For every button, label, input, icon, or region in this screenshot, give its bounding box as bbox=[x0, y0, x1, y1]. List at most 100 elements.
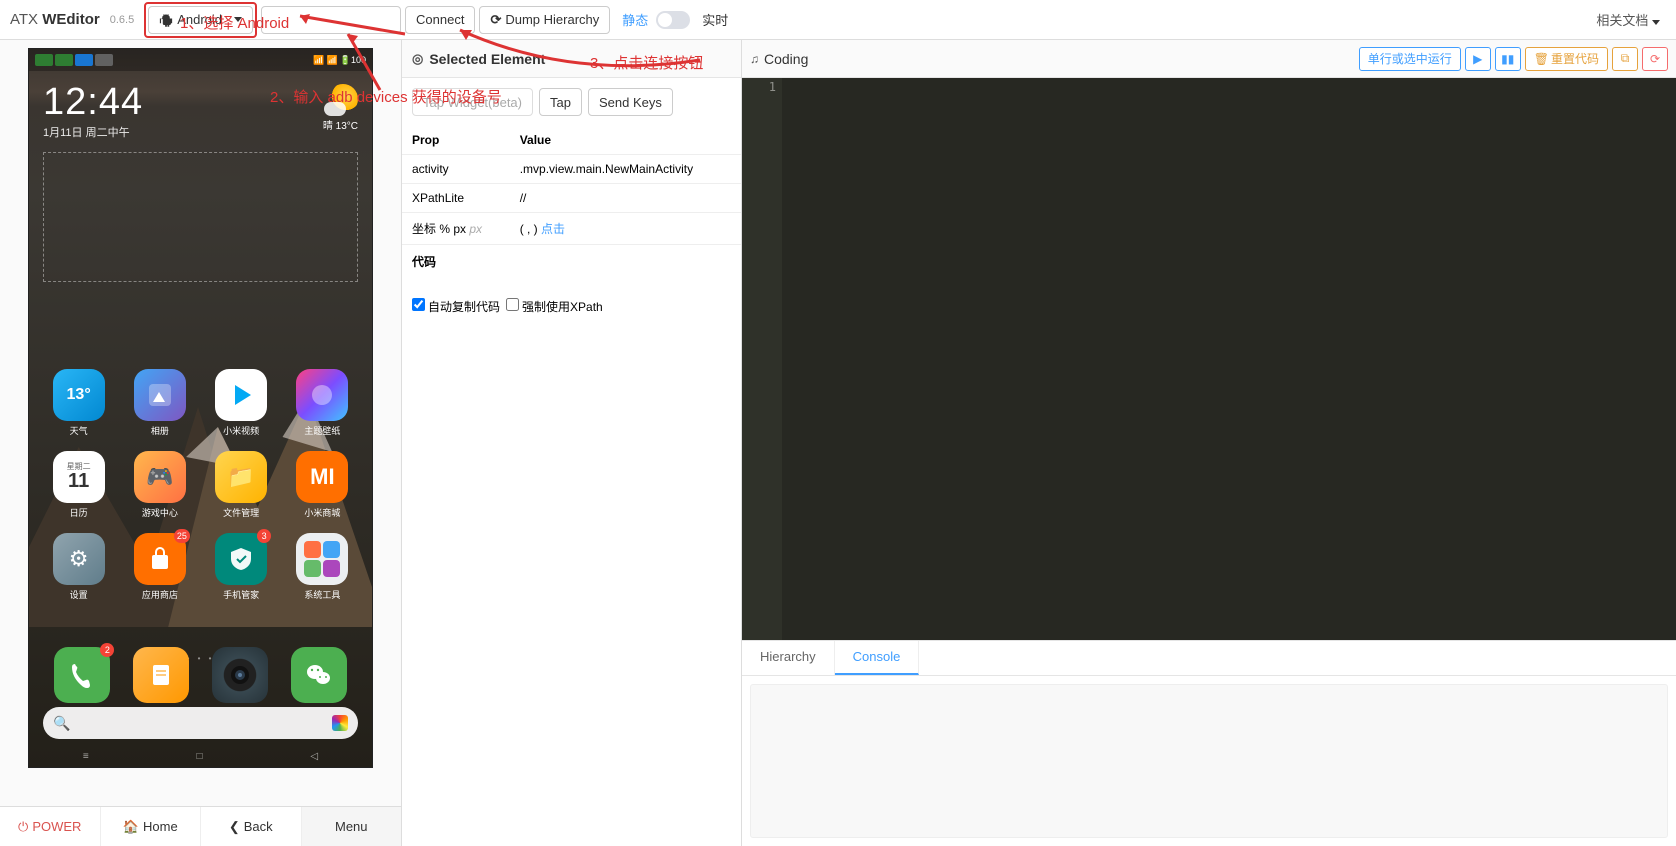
tap-button[interactable]: Tap bbox=[539, 88, 582, 116]
connect-button[interactable]: Connect bbox=[405, 6, 475, 34]
app-label: 主题壁纸 bbox=[304, 424, 340, 437]
refresh-icon: ⟳ bbox=[490, 12, 501, 28]
chevron-down-icon bbox=[234, 17, 242, 22]
status-bar: 📶📶🔋100 bbox=[29, 49, 372, 71]
app-游戏中心[interactable]: 🎮 游戏中心 bbox=[124, 451, 195, 519]
play-icon: ▶ bbox=[1473, 52, 1482, 66]
power-button[interactable]: ⏻POWER bbox=[0, 807, 100, 846]
app-label: 日历 bbox=[70, 506, 88, 519]
table-row: XPathLite// bbox=[402, 184, 741, 213]
device-screen-panel: 📶📶🔋100 12:44 1月11日 周二中午 晴 13°C bbox=[0, 40, 402, 846]
dock: 2 bbox=[29, 647, 372, 703]
app-系统工具[interactable]: 系统工具 bbox=[287, 533, 358, 601]
prop-header: Prop bbox=[402, 126, 510, 155]
platform-label: Android bbox=[177, 12, 222, 27]
back-button[interactable]: ❮Back bbox=[200, 807, 301, 846]
app-手机管家[interactable]: 3手机管家 bbox=[206, 533, 277, 601]
brand: ATX WEditor bbox=[10, 11, 100, 28]
static-mode-label[interactable]: 静态 bbox=[622, 10, 648, 29]
app-日历[interactable]: 星期二11 日历 bbox=[43, 451, 114, 519]
app-icon: 📁 bbox=[215, 451, 267, 503]
platform-highlight-box: Android bbox=[144, 2, 257, 38]
version-label: 0.6.5 bbox=[110, 14, 134, 26]
clock-widget: 12:44 1月11日 周二中午 bbox=[29, 71, 372, 144]
run-selection-button[interactable]: 单行或选中运行 bbox=[1359, 47, 1461, 71]
dock-app[interactable] bbox=[133, 647, 189, 703]
app-grid: 13° 天气 相册 小米视频 主题壁纸星期二11 日历 🎮 游戏中心 📁 文件管理 MI 小米商城 ⚙设… bbox=[29, 369, 372, 601]
app-icon bbox=[296, 533, 348, 585]
app-文件管理[interactable]: 📁 文件管理 bbox=[206, 451, 277, 519]
clear-button[interactable]: ⟳ bbox=[1642, 47, 1668, 71]
back-icon: ❮ bbox=[229, 819, 240, 835]
app-应用商店[interactable]: 25应用商店 bbox=[124, 533, 195, 601]
app-label: 小米视频 bbox=[223, 424, 259, 437]
tap-widget-button[interactable]: Tap Widget(beta) bbox=[412, 88, 533, 116]
clear-icon: ⟳ bbox=[1650, 52, 1660, 66]
home-button[interactable]: 🏠Home bbox=[100, 807, 201, 846]
menu-button[interactable]: Menu bbox=[301, 807, 402, 846]
app-小米视频[interactable]: 小米视频 bbox=[206, 369, 277, 437]
target-icon: ◎ bbox=[412, 51, 423, 67]
auto-copy-checkbox[interactable]: 自动复制代码 bbox=[412, 298, 500, 315]
properties-table: PropValue activity.mvp.view.main.NewMain… bbox=[402, 126, 741, 245]
app-label: 相册 bbox=[151, 424, 169, 437]
panel-title: Selected Element bbox=[429, 51, 545, 67]
send-keys-button[interactable]: Send Keys bbox=[588, 88, 673, 116]
stop-button[interactable]: ▮▮ bbox=[1495, 47, 1521, 71]
output-tabs: Hierarchy Console bbox=[742, 640, 1676, 676]
app-icon: 3 bbox=[215, 533, 267, 585]
app-icon: MI bbox=[296, 451, 348, 503]
play-button[interactable]: ▶ bbox=[1465, 47, 1491, 71]
app-icon: 🎮 bbox=[134, 451, 186, 503]
app-label: 小米商城 bbox=[304, 506, 340, 519]
device-id-input[interactable] bbox=[261, 6, 401, 34]
table-row: activity.mvp.view.main.NewMainActivity bbox=[402, 155, 741, 184]
force-xpath-checkbox[interactable]: 强制使用XPath bbox=[506, 298, 603, 315]
search-icon: 🔍 bbox=[53, 715, 70, 732]
dock-app[interactable] bbox=[291, 647, 347, 703]
console-output bbox=[742, 676, 1676, 846]
dock-app[interactable]: 2 bbox=[54, 647, 110, 703]
top-toolbar: ATX WEditor 0.6.5 Android Connect ⟳ Dump… bbox=[0, 0, 1676, 40]
app-相册[interactable]: 相册 bbox=[124, 369, 195, 437]
app-label: 天气 bbox=[70, 424, 88, 437]
assistant-logo-icon bbox=[332, 715, 348, 731]
home-search-bar[interactable]: 🔍 bbox=[43, 707, 358, 739]
tab-console[interactable]: Console bbox=[835, 641, 920, 675]
copy-button[interactable]: ⧉ bbox=[1612, 47, 1638, 71]
app-label: 游戏中心 bbox=[142, 506, 178, 519]
app-icon: 星期二11 bbox=[53, 451, 105, 503]
app-icon bbox=[134, 369, 186, 421]
code-section-label: 代码 bbox=[402, 245, 741, 278]
editor-gutter: 1 bbox=[742, 78, 782, 640]
nav-home[interactable]: □ bbox=[197, 751, 203, 762]
device-controls: ⏻POWER 🏠Home ❮Back Menu bbox=[0, 806, 401, 846]
nav-menu[interactable]: ≡ bbox=[83, 751, 89, 762]
app-icon bbox=[296, 369, 348, 421]
code-editor[interactable]: 1 bbox=[742, 78, 1676, 640]
coding-title: Coding bbox=[764, 51, 808, 67]
nav-back[interactable]: ◁ bbox=[310, 751, 318, 762]
app-小米商城[interactable]: MI 小米商城 bbox=[287, 451, 358, 519]
app-icon: 13° bbox=[53, 369, 105, 421]
power-icon: ⏻ bbox=[18, 819, 28, 835]
weather-icon bbox=[328, 84, 358, 114]
app-label: 设置 bbox=[70, 588, 88, 601]
platform-select[interactable]: Android bbox=[148, 6, 253, 34]
app-设置[interactable]: ⚙设置 bbox=[43, 533, 114, 601]
weather-widget: 晴 13°C bbox=[323, 84, 358, 132]
phone-screen[interactable]: 📶📶🔋100 12:44 1月11日 周二中午 晴 13°C bbox=[28, 48, 373, 768]
realtime-toggle[interactable] bbox=[656, 11, 690, 29]
dock-app[interactable] bbox=[212, 647, 268, 703]
app-主题壁纸[interactable]: 主题壁纸 bbox=[287, 369, 358, 437]
dump-hierarchy-button[interactable]: ⟳ Dump Hierarchy bbox=[479, 6, 610, 34]
tab-hierarchy[interactable]: Hierarchy bbox=[742, 641, 835, 675]
app-label: 文件管理 bbox=[223, 506, 259, 519]
app-label: 系统工具 bbox=[304, 588, 340, 601]
reset-code-button[interactable]: 🗑 重置代码 bbox=[1525, 47, 1608, 71]
app-天气[interactable]: 13° 天气 bbox=[43, 369, 114, 437]
android-icon bbox=[159, 13, 173, 27]
click-coord-link[interactable]: 点击 bbox=[541, 222, 565, 236]
chevron-down-icon bbox=[1652, 20, 1660, 25]
docs-link[interactable]: 相关文档 bbox=[1596, 10, 1660, 29]
